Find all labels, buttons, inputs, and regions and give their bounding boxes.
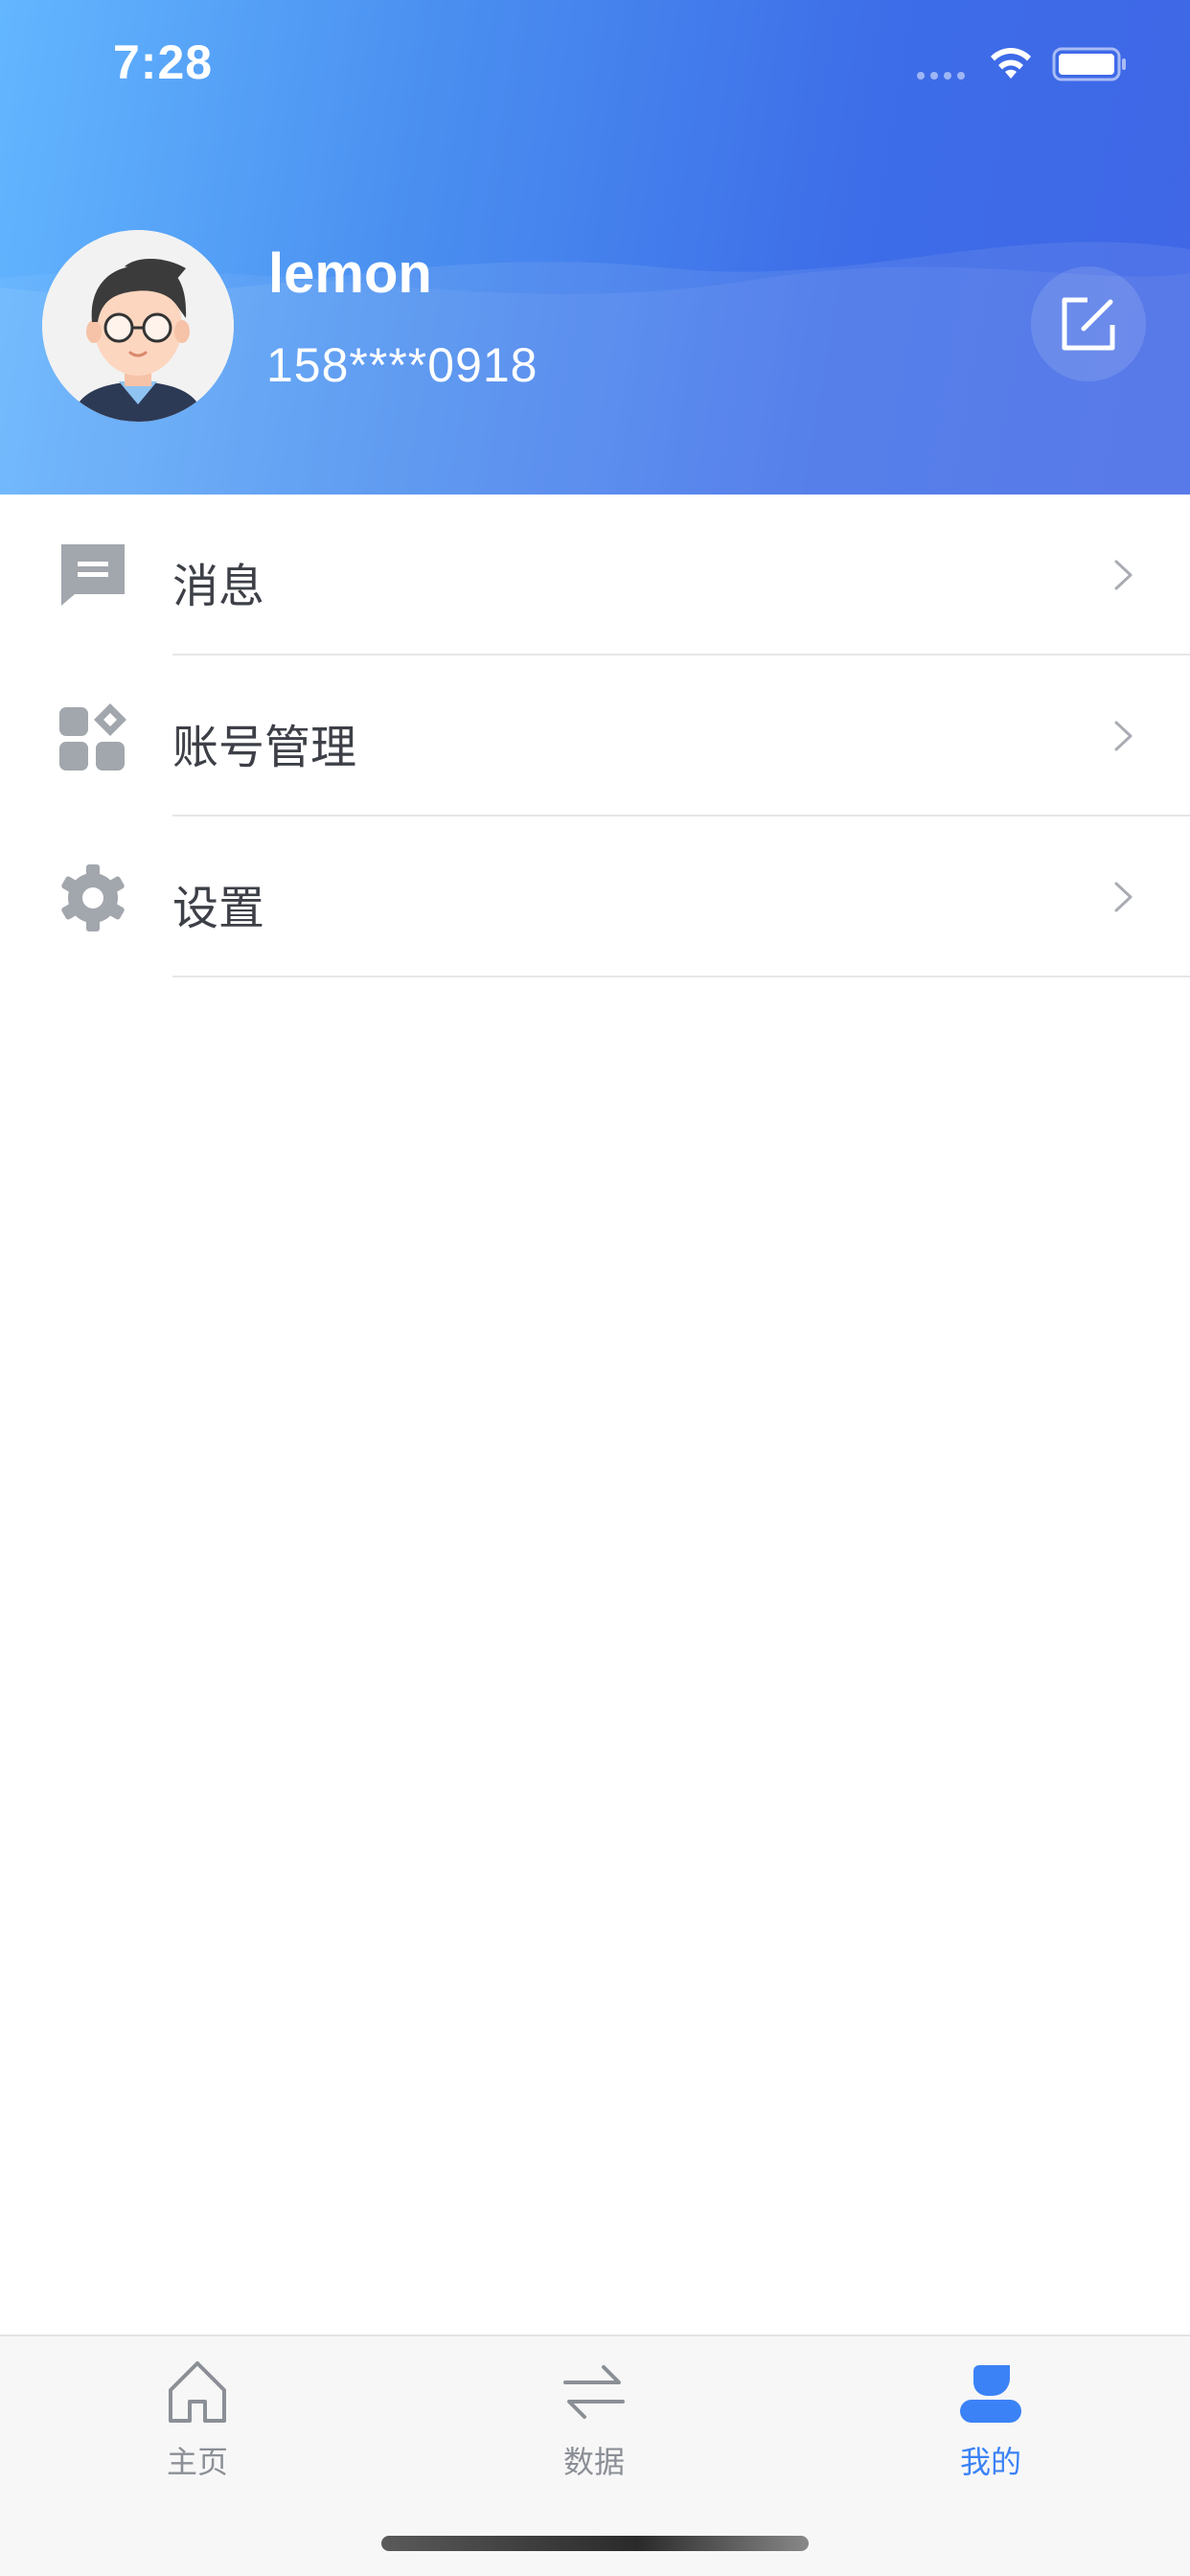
tab-home[interactable]: 主页: [82, 2358, 312, 2492]
tab-label: 我的: [959, 2444, 1021, 2480]
menu-item-label: 消息: [172, 560, 265, 613]
avatar-illustration: [42, 230, 234, 422]
edit-icon: [1062, 297, 1115, 351]
apps-icon: [57, 702, 128, 772]
tab-label: 数据: [562, 2444, 625, 2480]
profile-header: 7:28 lemon 158****0918: [0, 0, 1190, 494]
home-icon: [169, 2361, 226, 2423]
signal-dots-icon: [917, 72, 965, 80]
tab-label: 主页: [166, 2444, 228, 2480]
status-time: 7:28: [113, 35, 214, 89]
menu-item-messages[interactable]: 消息: [0, 494, 1190, 656]
menu-item-account[interactable]: 账号管理: [0, 656, 1190, 816]
menu-item-settings[interactable]: 设置: [0, 816, 1190, 978]
swap-arrows-icon: [563, 2365, 625, 2419]
tab-data[interactable]: 数据: [479, 2358, 709, 2492]
menu-list: 消息 账号管理 设置: [0, 494, 1190, 978]
tab-mine[interactable]: 我的: [876, 2358, 1106, 2492]
home-indicator[interactable]: [381, 2536, 809, 2551]
menu-item-label: 设置: [172, 882, 265, 935]
chevron-right-icon: [1114, 721, 1133, 751]
username: lemon: [268, 242, 432, 305]
chevron-right-icon: [1114, 882, 1133, 912]
chevron-right-icon: [1114, 560, 1133, 590]
gear-icon: [57, 862, 128, 933]
message-icon: [57, 540, 128, 611]
battery-icon: [1052, 47, 1126, 81]
phone-number: 158****0918: [266, 338, 538, 392]
wifi-icon: [991, 48, 1031, 79]
edit-profile-button[interactable]: [1031, 266, 1146, 381]
divider: [172, 976, 1190, 978]
menu-item-label: 账号管理: [172, 721, 357, 774]
avatar[interactable]: [42, 230, 234, 422]
user-icon: [960, 2365, 1021, 2423]
